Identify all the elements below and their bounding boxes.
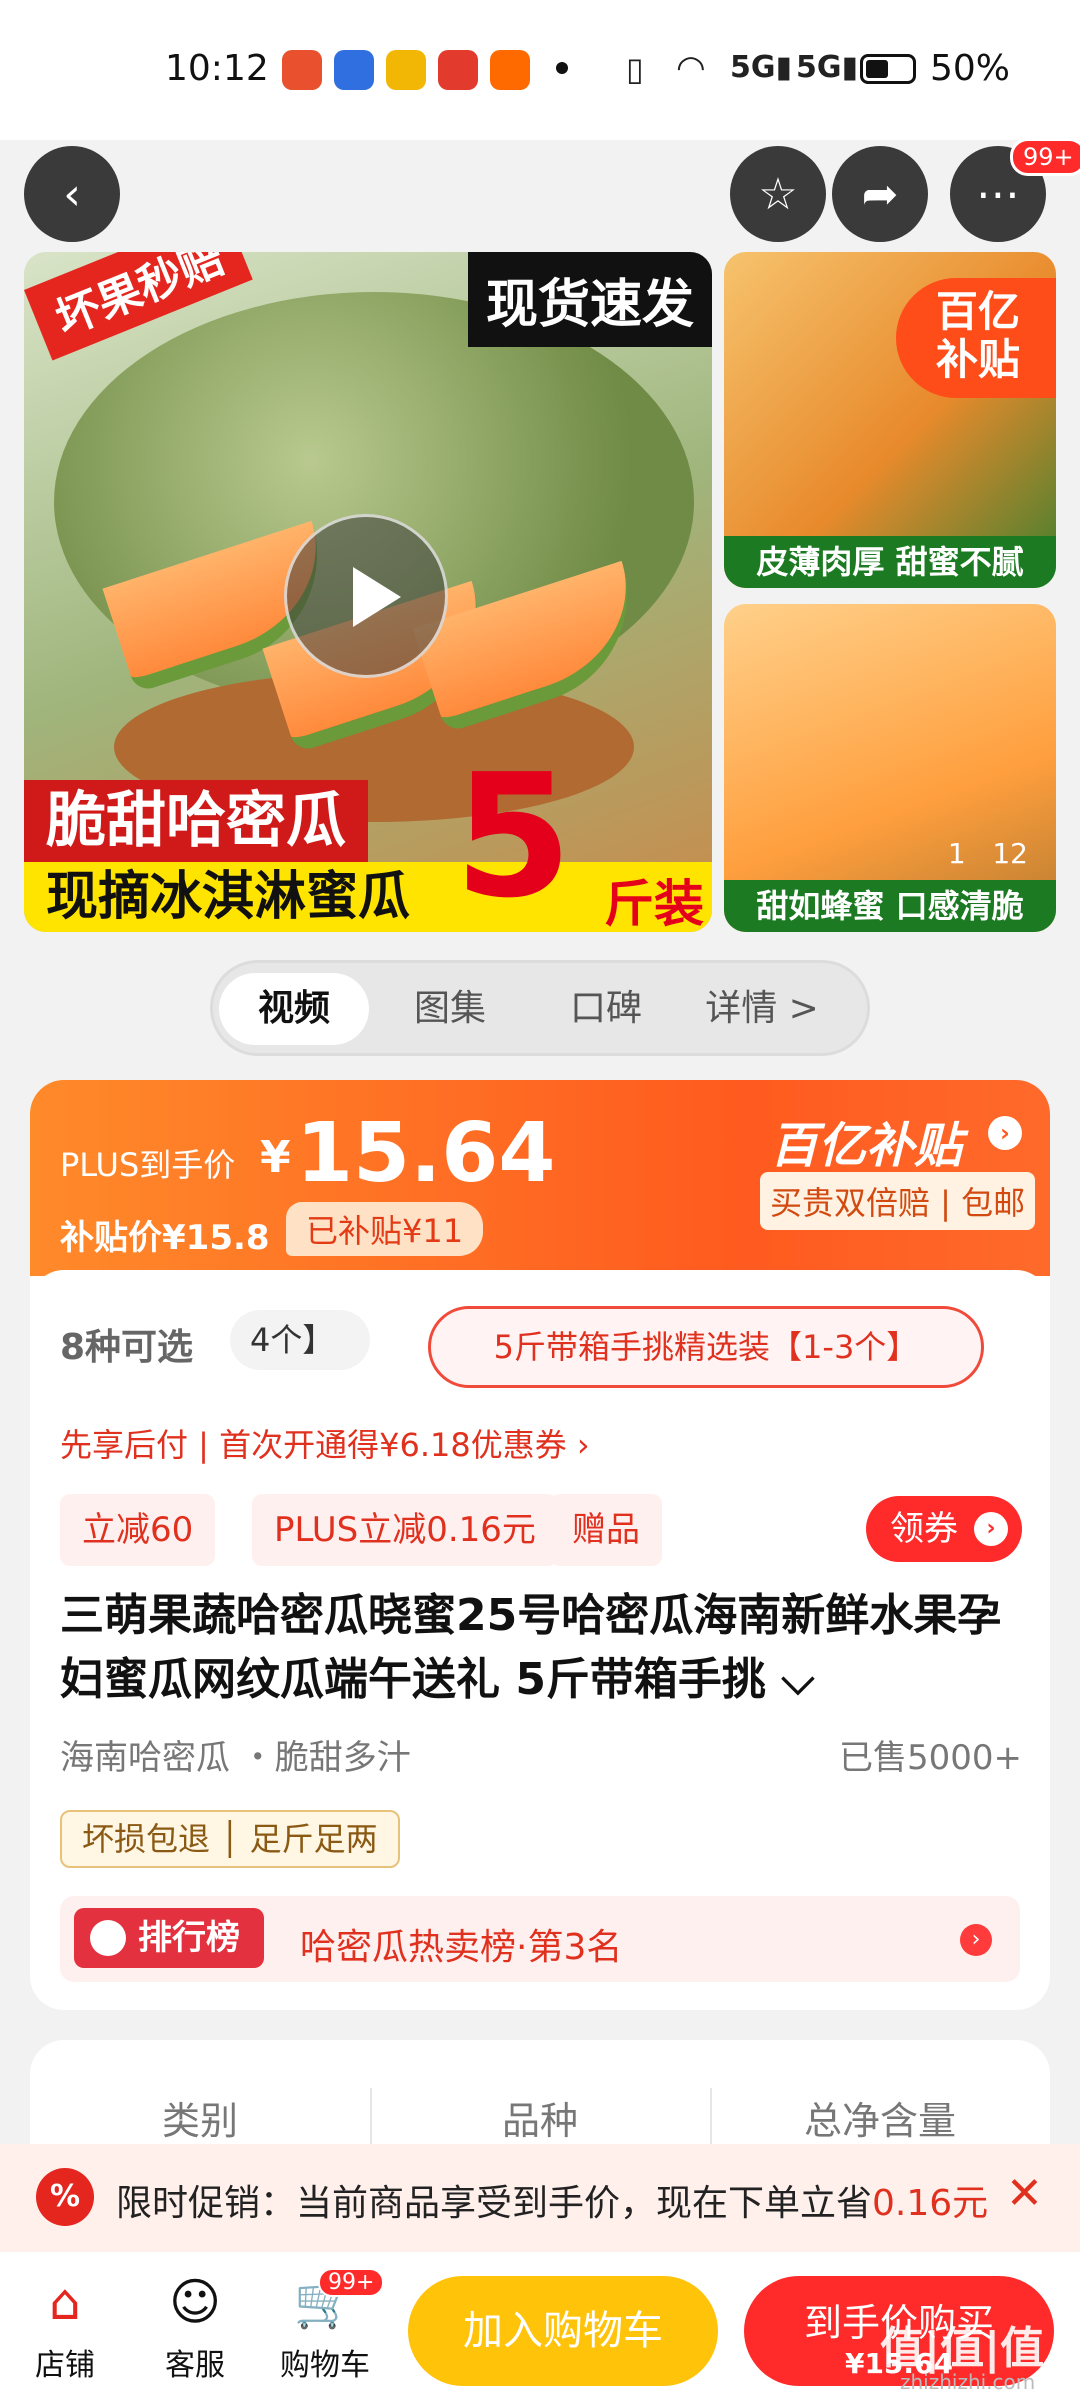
subsidy-badge-line1: 百亿 [936, 287, 1021, 336]
taobao-notification-icon [490, 50, 530, 90]
tab-gallery[interactable]: 图集 [375, 973, 525, 1045]
thumbnail-caption: 皮薄肉厚 甜蜜不腻 [724, 536, 1056, 588]
share-icon: ➦ [861, 168, 899, 220]
coupon-label: 领券 [890, 1509, 958, 1549]
shop-button[interactable]: ⌂ 店铺 [10, 2272, 120, 2384]
image-weight-unit: 斤装 [604, 875, 704, 932]
promo-tag: 立减60 [60, 1494, 216, 1566]
chevron-right-icon: › [974, 1512, 1008, 1546]
divider [370, 2088, 372, 2148]
service-button[interactable]: ☺ 客服 [140, 2272, 250, 2384]
jd-notification-icon [438, 50, 478, 90]
tag-fast-shipping: 现货速发 [467, 252, 712, 347]
battery-icon [860, 54, 916, 84]
limited-promo-bar[interactable]: % 限时促销：当前商品享受到手价，现在下单立省0.16元 ✕ [0, 2144, 1080, 2252]
subsidy-amount-tag: 已补贴¥11 [286, 1202, 484, 1256]
price-header: PLUS到手价 ¥ 15.64 补贴价¥15.8 已补贴¥11 百亿补贴 › 买… [30, 1080, 1050, 1276]
spec-category: 类别 [161, 2099, 238, 2143]
subsidy-logo[interactable]: 百亿补贴 [770, 1106, 962, 1176]
status-time: 10:12 [165, 48, 269, 89]
media-tabs: 视频 图集 口碑 详情 > [210, 960, 870, 1056]
counter-current: 1 [947, 837, 966, 870]
shop-label: 店铺 [35, 2348, 95, 2383]
chevron-left-icon: ‹ [63, 168, 81, 220]
favorite-button[interactable]: ☆ [730, 146, 826, 242]
customer-service-icon: ☺ [168, 2273, 222, 2331]
weibo-notification-icon [386, 50, 426, 90]
cart-label: 购物车 [280, 2348, 370, 2383]
option-pill[interactable]: 4个】 [230, 1310, 370, 1370]
sold-count: 已售5000+ [838, 1738, 1022, 1778]
wifi-icon: ◠ [676, 48, 706, 88]
option-pill-selected[interactable]: 5斤带箱手挑精选装【1-3个】 [428, 1306, 984, 1388]
ranking-bar[interactable]: 排行榜 哈密瓜热卖榜·第3名 › [60, 1896, 1020, 1982]
star-icon: ☆ [758, 168, 798, 220]
signal-5g-icon-1: 5G▮ [730, 50, 793, 85]
tab-reviews[interactable]: 口碑 [531, 973, 681, 1045]
trophy-icon [90, 1920, 126, 1956]
status-bar: 10:12 ▯ ◠ 5G▮ 5G▮ 50% [0, 0, 1080, 140]
promo-prefix: 限时促销：当前商品享受到手价，现在下单立省 [116, 2183, 873, 2224]
promo-amount: 0.16元 [872, 2183, 989, 2224]
image-title-red: 脆甜哈密瓜 [24, 780, 368, 862]
vibrate-icon: ▯ [626, 50, 644, 88]
get-coupon-button[interactable]: 领券 › [866, 1496, 1022, 1562]
close-icon[interactable]: ✕ [1006, 2168, 1043, 2219]
price-value: 15.64 [296, 1106, 556, 1201]
guarantee-tags: 坏损包退 │ 足斤足两 [60, 1810, 400, 1868]
spec-net-weight: 总净含量 [803, 2099, 956, 2143]
subsidy-badge-line2: 补贴 [936, 335, 1021, 384]
currency-symbol: ¥ [260, 1132, 291, 1183]
divider [710, 2088, 712, 2148]
watermark-site: zhizhizhi.com [900, 2370, 1036, 2394]
more-badge: 99+ [1010, 138, 1080, 176]
promo-tag: PLUS立减0.16元 [252, 1494, 558, 1566]
chevron-right-icon[interactable]: › [988, 1116, 1022, 1150]
image-weight-number: 5 [454, 738, 573, 932]
counter-total: 12 [992, 837, 1028, 870]
tab-video[interactable]: 视频 [219, 973, 369, 1045]
product-origin: 海南哈密瓜 ・脆甜多汁 [60, 1738, 411, 1778]
share-button[interactable]: ➦ [832, 146, 928, 242]
promo-tag: 赠品 [550, 1494, 662, 1566]
gallery-counter: 1 12 [948, 837, 1028, 870]
subsidy-badge: 百亿 补贴 [896, 278, 1056, 398]
more-notifications-dot [556, 62, 568, 74]
subsidy-price: 补贴价¥15.8 [60, 1218, 270, 1258]
signal-5g-icon-2: 5G▮ [796, 50, 859, 85]
cart-badge: 99+ [318, 2268, 385, 2297]
percent-icon: % [36, 2168, 94, 2226]
gallery-thumbnail-1[interactable]: 百亿 补贴 皮薄肉厚 甜蜜不腻 [724, 252, 1056, 588]
baidu-notification-icon [334, 50, 374, 90]
spec-variety: 品种 [501, 2099, 578, 2143]
chevron-right-icon: › [960, 1924, 992, 1956]
tab-details[interactable]: 详情 > [687, 973, 837, 1045]
play-icon[interactable] [284, 514, 448, 678]
shop-icon: ⌂ [49, 2273, 81, 2331]
product-title[interactable]: 三萌果蔬哈密瓜晓蜜25号哈密瓜海南新鲜水果孕妇蜜瓜网纹瓜端午送礼 5斤带箱手挑 … [60, 1584, 1020, 1712]
promo-text: 限时促销：当前商品享受到手价，现在下单立省0.16元 [116, 2174, 988, 2226]
gallery-thumbnail-2[interactable]: 1 12 甜如蜂蜜 口感清脆 [724, 604, 1056, 932]
ranking-text: 哈密瓜热卖榜·第3名 [300, 1927, 623, 1968]
option-count[interactable]: 8种可选 [60, 1318, 193, 1370]
battery-percent: 50% [930, 48, 1011, 89]
watermark-logo: 值|值|值 [880, 2323, 1045, 2374]
ranking-badge: 排行榜 [74, 1908, 264, 1968]
subsidy-guarantee: 买贵双倍赔 | 包邮 [760, 1172, 1036, 1230]
more-dots-icon: ⋯ [976, 168, 1020, 220]
pay-later-promo[interactable]: 先享后付 | 首次开通得¥6.18优惠券 › [60, 1420, 590, 1466]
thumbnail-caption: 甜如蜂蜜 口感清脆 [724, 880, 1056, 932]
add-to-cart-button[interactable]: 加入购物车 [408, 2276, 718, 2386]
app-notification-icon [282, 50, 322, 90]
main-product-video[interactable]: 坏果秒赔 现货速发 脆甜哈密瓜 现摘冰淇淋蜜瓜 5 斤装 [24, 252, 712, 932]
service-label: 客服 [165, 2348, 225, 2383]
ranking-badge-label: 排行榜 [138, 1918, 240, 1958]
back-button[interactable]: ‹ [24, 146, 120, 242]
price-card: PLUS到手价 ¥ 15.64 补贴价¥15.8 已补贴¥11 百亿补贴 › 买… [30, 1080, 1050, 2010]
plus-price-label: PLUS到手价 [60, 1146, 236, 1184]
product-info: 8种可选 4个】 5斤带箱手挑精选装【1-3个】 先享后付 | 首次开通得¥6.… [30, 1270, 1050, 2010]
